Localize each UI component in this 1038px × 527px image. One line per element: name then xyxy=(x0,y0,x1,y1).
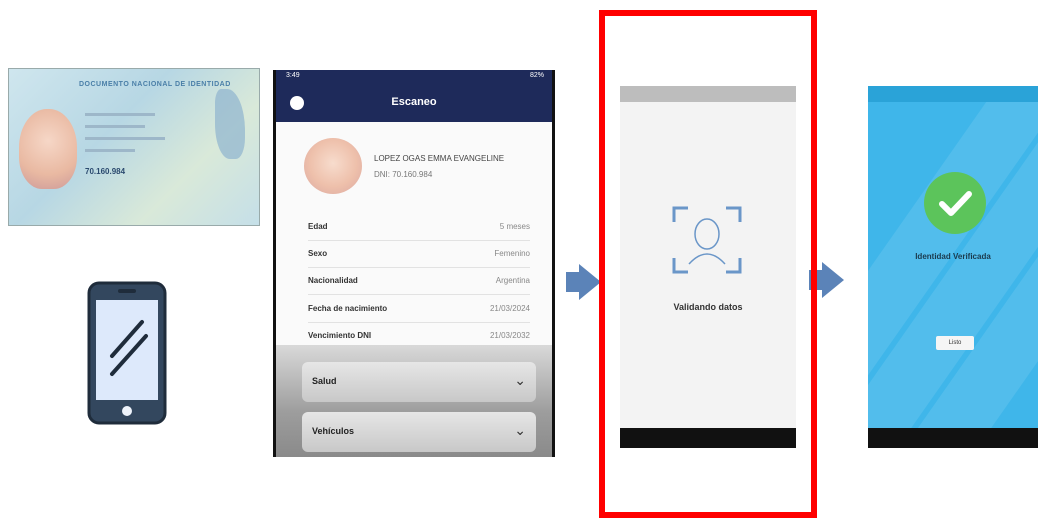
detail-key: Nacionalidad xyxy=(308,276,358,285)
accordion-label: Salud xyxy=(312,376,337,386)
scan-screen: 3:49 82% Escaneo LOPEZ OGAS EMMA EVANGEL… xyxy=(273,70,555,457)
chevron-down-icon: ⌄ xyxy=(514,372,526,388)
detail-value: 21/03/2024 xyxy=(489,304,530,313)
detail-value: Argentina xyxy=(495,276,530,285)
status-battery: 82% xyxy=(529,72,544,79)
avatar xyxy=(304,138,362,194)
id-card-number: 70.160.984 xyxy=(85,167,126,176)
id-card-map-shape xyxy=(215,89,245,159)
detail-row: Edad 5 meses xyxy=(308,214,530,241)
accordion-vehiculos[interactable]: Vehículos ⌄ xyxy=(302,412,536,452)
detail-value: 5 meses xyxy=(499,222,530,231)
smartphone-icon xyxy=(87,281,167,425)
highlight-frame xyxy=(599,10,817,518)
verified-label: Identidad Verificada xyxy=(915,252,991,261)
nav-bar xyxy=(868,428,1038,448)
id-card-header: DOCUMENTO NACIONAL DE IDENTIDAD xyxy=(79,81,231,88)
id-card-photo: DOCUMENTO NACIONAL DE IDENTIDAD 70.160.9… xyxy=(8,68,260,226)
accordion-salud[interactable]: Salud ⌄ xyxy=(302,362,536,402)
check-icon xyxy=(924,172,986,234)
person-dni: DNI: 70.160.984 xyxy=(374,170,433,179)
detail-key: Vencimiento DNI xyxy=(308,331,372,340)
detail-key: Edad xyxy=(308,222,328,231)
detail-key: Sexo xyxy=(308,249,328,258)
id-card-text-line xyxy=(85,125,145,128)
status-bar: 3:49 82% xyxy=(276,70,552,84)
chevron-down-icon: ⌄ xyxy=(514,422,526,438)
id-card-text-line xyxy=(85,137,165,140)
detail-value: Femenino xyxy=(494,249,530,258)
status-time: 3:49 xyxy=(286,72,300,79)
page-title: Escaneo xyxy=(391,96,437,108)
accordion-label: Vehículos xyxy=(312,426,355,436)
app-header: Escaneo xyxy=(276,84,552,122)
id-card-text-line xyxy=(85,149,135,152)
status-bar xyxy=(868,86,1038,102)
done-button[interactable]: Listo xyxy=(936,336,974,350)
person-name: LOPEZ OGAS EMMA EVANGELINE xyxy=(374,154,505,163)
id-card-text-line xyxy=(85,113,155,116)
detail-row: Fecha de nacimiento 21/03/2024 xyxy=(308,296,530,323)
detail-key: Fecha de nacimiento xyxy=(308,304,388,313)
verified-screen: Identidad Verificada Listo xyxy=(868,86,1038,448)
detail-row: Nacionalidad Argentina xyxy=(308,268,530,295)
detail-row: Sexo Femenino xyxy=(308,241,530,268)
detail-value: 21/03/2032 xyxy=(489,331,530,340)
id-card-face xyxy=(19,109,77,189)
